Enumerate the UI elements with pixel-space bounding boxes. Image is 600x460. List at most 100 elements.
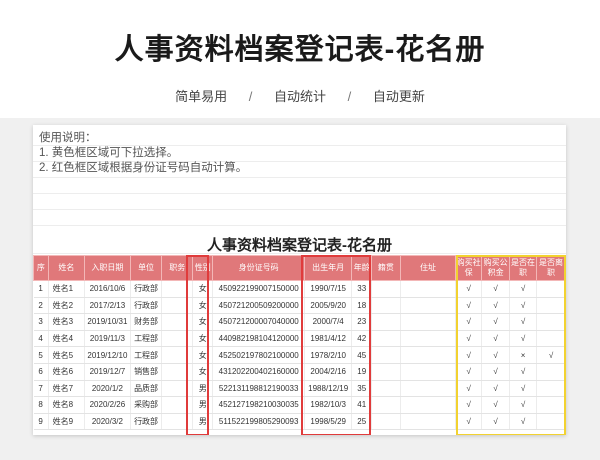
cell-hire-date[interactable]: 2020/1/2	[84, 380, 131, 398]
cell-address[interactable]	[400, 363, 457, 381]
cell-resigned[interactable]	[536, 330, 566, 348]
cell-department[interactable]: 行政部	[130, 413, 163, 431]
cell-housing-fund[interactable]: √	[481, 346, 511, 364]
cell-age[interactable]: 45	[351, 346, 372, 364]
cell-id-number[interactable]: 452502197802100000	[212, 346, 305, 364]
cell-hire-date[interactable]: 2020/2/26	[84, 396, 131, 414]
cell-resigned[interactable]	[536, 297, 566, 315]
col-header-gender[interactable]: 性别	[192, 255, 214, 281]
col-header-housing-fund[interactable]: 购买公积金	[481, 255, 511, 281]
cell-position[interactable]	[161, 280, 194, 298]
cell-id-number[interactable]: 450922199007150000	[212, 280, 305, 298]
cell-department[interactable]: 采购部	[130, 396, 163, 414]
col-header-position[interactable]: 职务	[161, 255, 194, 281]
cell-resigned[interactable]	[536, 280, 566, 298]
cell-gender[interactable]: 男	[192, 380, 214, 398]
cell-resigned[interactable]	[536, 313, 566, 331]
cell-social-insurance[interactable]: √	[455, 363, 483, 381]
cell-employed[interactable]: √	[509, 297, 538, 315]
cell-housing-fund[interactable]: √	[481, 313, 511, 331]
cell-department[interactable]: 行政部	[130, 297, 163, 315]
cell-employed[interactable]: √	[509, 380, 538, 398]
cell-social-insurance[interactable]: √	[455, 280, 483, 298]
cell-department[interactable]: 销售部	[130, 363, 163, 381]
cell-name[interactable]: 姓名1	[48, 280, 86, 298]
cell-name[interactable]: 姓名6	[48, 363, 86, 381]
cell-department[interactable]: 行政部	[130, 280, 163, 298]
cell-native-place[interactable]	[371, 346, 401, 364]
cell-address[interactable]	[400, 297, 457, 315]
cell-age[interactable]: 33	[351, 280, 372, 298]
cell-position[interactable]	[161, 363, 194, 381]
cell-gender[interactable]: 女	[192, 297, 214, 315]
cell-hire-date[interactable]: 2019/12/7	[84, 363, 131, 381]
cell-native-place[interactable]	[371, 363, 401, 381]
cell-native-place[interactable]	[371, 297, 401, 315]
cell-seq[interactable]: 6	[33, 363, 49, 381]
cell-seq[interactable]: 5	[33, 346, 49, 364]
cell-gender[interactable]: 女	[192, 280, 214, 298]
cell-seq[interactable]: 1	[33, 280, 49, 298]
cell-age[interactable]: 35	[351, 380, 372, 398]
col-header-social-insurance[interactable]: 购买社保	[455, 255, 483, 281]
cell-resigned[interactable]	[536, 396, 566, 414]
cell-native-place[interactable]	[371, 396, 401, 414]
cell-resigned[interactable]	[536, 380, 566, 398]
cell-native-place[interactable]	[371, 413, 401, 431]
cell-address[interactable]	[400, 346, 457, 364]
cell-seq[interactable]: 3	[33, 313, 49, 331]
cell-seq[interactable]: 2	[33, 297, 49, 315]
cell-birth-date[interactable]: 2005/9/20	[304, 297, 353, 315]
cell-housing-fund[interactable]: √	[481, 380, 511, 398]
cell-native-place[interactable]	[371, 280, 401, 298]
col-header-name[interactable]: 姓名	[47, 255, 86, 281]
cell-age[interactable]: 41	[351, 396, 372, 414]
cell-seq[interactable]: 7	[33, 380, 49, 398]
cell-id-number[interactable]: 440982198104120000	[212, 330, 305, 348]
cell-social-insurance[interactable]: √	[455, 313, 483, 331]
cell-housing-fund[interactable]: √	[481, 280, 511, 298]
cell-housing-fund[interactable]: √	[481, 396, 511, 414]
cell-address[interactable]	[400, 330, 457, 348]
cell-social-insurance[interactable]: √	[455, 346, 483, 364]
col-header-native-place[interactable]: 籍贯	[370, 255, 401, 281]
cell-id-number[interactable]: 450721200509200000	[212, 297, 305, 315]
cell-id-number[interactable]: 511522199805290093	[212, 413, 305, 431]
cell-hire-date[interactable]: 2019/11/3	[84, 330, 131, 348]
cell-seq[interactable]: 4	[33, 330, 49, 348]
cell-address[interactable]	[400, 313, 457, 331]
cell-id-number[interactable]: 452127198210030035	[212, 396, 305, 414]
cell-name[interactable]: 姓名8	[48, 396, 86, 414]
cell-native-place[interactable]	[371, 380, 401, 398]
cell-name[interactable]: 姓名9	[48, 413, 86, 431]
cell-birth-date[interactable]: 1981/4/12	[304, 330, 353, 348]
cell-gender[interactable]: 男	[192, 396, 214, 414]
cell-name[interactable]: 姓名4	[48, 330, 86, 348]
cell-address[interactable]	[400, 396, 457, 414]
cell-social-insurance[interactable]: √	[455, 413, 483, 431]
cell-gender[interactable]: 女	[192, 313, 214, 331]
cell-address[interactable]	[400, 380, 457, 398]
cell-gender[interactable]: 男	[192, 413, 214, 431]
cell-social-insurance[interactable]: √	[455, 380, 483, 398]
cell-employed[interactable]: √	[509, 313, 538, 331]
cell-birth-date[interactable]: 1978/2/10	[304, 346, 353, 364]
cell-position[interactable]	[161, 297, 194, 315]
cell-department[interactable]: 品质部	[130, 380, 163, 398]
cell-seq[interactable]: 8	[33, 396, 49, 414]
cell-age[interactable]: 25	[351, 413, 372, 431]
col-header-address[interactable]: 住址	[399, 255, 457, 281]
cell-employed[interactable]: √	[509, 280, 538, 298]
cell-social-insurance[interactable]: √	[455, 297, 483, 315]
cell-position[interactable]	[161, 313, 194, 331]
cell-id-number[interactable]: 522131198812190033	[212, 380, 305, 398]
cell-birth-date[interactable]: 2004/2/16	[304, 363, 353, 381]
cell-seq[interactable]: 9	[33, 413, 49, 431]
col-header-id-number[interactable]: 身份证号码	[212, 255, 305, 281]
cell-age[interactable]: 42	[351, 330, 372, 348]
cell-housing-fund[interactable]: √	[481, 413, 511, 431]
cell-department[interactable]: 工程部	[130, 330, 163, 348]
cell-gender[interactable]: 女	[192, 363, 214, 381]
cell-position[interactable]	[161, 346, 194, 364]
cell-name[interactable]: 姓名5	[48, 346, 86, 364]
